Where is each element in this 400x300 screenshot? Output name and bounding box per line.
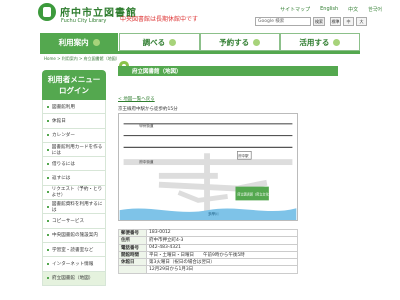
sidebar-item[interactable]: 府立図書館（地図）	[42, 271, 106, 286]
table-value-cell: 第3火曜日（祝日の場合は翌日）	[146, 258, 298, 267]
table-row: 12月29日から1月3日	[118, 265, 298, 274]
main-nav: 利用案内 調べる 予約する 活用する	[40, 33, 360, 51]
sidebar-menu: 図書館利用休館日カレンダー図書館利用カードを作るには借りるには返すにはリクエスト…	[42, 100, 106, 286]
calendar-icon	[253, 38, 261, 46]
sidebar-item[interactable]: 学習室・読書室など	[42, 242, 106, 258]
sidebar-item[interactable]: 図書館利用	[42, 100, 106, 115]
font-size-selector: 標準 中 大	[330, 17, 367, 26]
tab-label: 予約する	[219, 37, 250, 47]
table-value-cell: 12月29日から1月3日	[146, 265, 298, 274]
sidebar-item[interactable]: リクエスト（予約・とりよせ）	[42, 185, 106, 201]
table-row: 休館日 第3火曜日（祝日の場合は翌日）	[118, 258, 298, 267]
table-value-cell: 042-483-4321	[146, 243, 298, 252]
table-key-cell: 開館時間	[118, 250, 147, 260]
sidebar-item-label: 返すには	[52, 176, 71, 182]
table-row: 電話番号 042-483-4321	[118, 243, 298, 252]
library-logo-icon[interactable]	[38, 3, 56, 21]
sidebar-item[interactable]: 中央図書館の施設案内	[42, 228, 106, 243]
closure-notice[interactable]: 中央図書館は長期休館中です	[120, 14, 198, 23]
sidebar-item-label: インターネット情報	[52, 261, 94, 267]
site-subtitle: Fuchu City Library	[61, 18, 107, 24]
sidebar-item-label: 学習室・読書室など	[52, 247, 94, 253]
sidebar-item-label: 借りるには	[52, 161, 75, 167]
sidebar-item[interactable]: コピーサービス	[42, 214, 106, 229]
map-label-river: 多摩川	[208, 211, 219, 216]
tab-usage-guide[interactable]: 利用案内	[40, 33, 120, 51]
site-header: 府中市立図書館 Fuchu City Library 中央図書館は長期休館中です…	[0, 0, 400, 32]
library-map: 甲州街道 府中街道 府中駅 府立図書館（府立文化センター3階） 多摩川	[118, 113, 298, 221]
sidebar-item[interactable]: 図書館資料を利用するには	[42, 200, 106, 215]
map-caption: 京王線府中駅から徒歩約15分	[118, 107, 178, 112]
sidebar: 利用者メニュー ログイン 図書館利用休館日カレンダー図書館利用カードを作るには借…	[42, 70, 106, 286]
font-size-medium[interactable]: 中	[343, 17, 354, 26]
library-info-table: 郵便番号 183-0012 住所 府中市押立町4-3 電話番号 042-483-4321 開…	[118, 228, 298, 274]
breadcrumb[interactable]: Home > 利用案内 > 府立図書館（地図）	[44, 56, 120, 62]
search-button[interactable]: 検索	[313, 17, 325, 26]
map-label-station: 府中駅	[238, 153, 249, 158]
table-row: 開館時間 平日・土曜日・日曜日 午前9時から午後5時	[118, 250, 298, 260]
road	[204, 153, 210, 213]
nav-underline	[40, 51, 360, 54]
font-size-standard[interactable]: 標準	[330, 17, 341, 26]
sidebar-item[interactable]: 借りるには	[42, 157, 106, 172]
table-key-cell: 郵便番号	[118, 228, 147, 238]
table-key-cell: 電話番号	[118, 243, 147, 252]
sidebar-item[interactable]: カレンダー	[42, 128, 106, 143]
sidebar-item-label: 府立図書館（地図）	[52, 276, 94, 282]
login-heading-line2: ログイン	[59, 86, 89, 95]
magnifier-icon	[169, 38, 177, 46]
back-to-map-list-link[interactable]: < 地図一覧へ戻る	[118, 96, 155, 102]
table-row: 郵便番号 183-0012	[118, 228, 298, 238]
sidebar-item-label: 休館日	[52, 118, 66, 124]
sidebar-item[interactable]: インターネット情報	[42, 257, 106, 272]
tab-research[interactable]: 調べる	[119, 33, 200, 51]
top-links: サイトマップ English 中文 한국어	[280, 6, 382, 13]
tab-label: 活用する	[299, 37, 330, 47]
link-sitemap[interactable]: サイトマップ	[280, 6, 310, 13]
map-label-library: 府立図書館（府立文化センター3階）	[237, 191, 289, 196]
link-chinese[interactable]: 中文	[348, 6, 358, 13]
table-value-cell: 183-0012	[146, 228, 298, 238]
sidebar-item[interactable]: 図書館利用カードを作るには	[42, 142, 106, 158]
sidebar-item[interactable]: 返すには	[42, 171, 106, 186]
map-label-top-road: 甲州街道	[139, 123, 154, 128]
font-size-large[interactable]: 大	[356, 17, 367, 26]
page: 府中市立図書館 Fuchu City Library 中央図書館は長期休館中です…	[0, 0, 400, 300]
person-icon	[333, 38, 341, 46]
book-icon	[92, 38, 100, 46]
sidebar-item-label: 中央図書館の施設案内	[52, 233, 98, 239]
road	[158, 172, 218, 179]
tab-label: 利用案内	[58, 37, 89, 47]
tab-reserve[interactable]: 予約する	[199, 33, 280, 51]
tab-label: 調べる	[142, 37, 166, 47]
sidebar-item-label: 図書館資料を利用するには	[51, 201, 103, 213]
page-title: 府立図書館（地図）	[132, 69, 182, 75]
table-value-cell: 府中市押立町4-3	[146, 236, 298, 245]
map-label-middle-road: 府中街道	[139, 159, 154, 164]
search-input[interactable]: Google 検索	[255, 17, 311, 26]
tab-utilize[interactable]: 活用する	[279, 33, 360, 51]
table-value-cell: 平日・土曜日・日曜日 午前9時から午後5時	[146, 250, 298, 260]
table-key-cell	[118, 265, 147, 274]
sidebar-item-label: コピーサービス	[52, 219, 85, 225]
table-key-cell: 住所	[118, 236, 147, 245]
link-korean[interactable]: 한국어	[368, 6, 382, 13]
sidebar-item-label: カレンダー	[52, 133, 75, 139]
login-heading-line1: 利用者メニュー	[47, 75, 101, 84]
sidebar-item-label: 図書館利用	[52, 104, 75, 110]
sidebar-item[interactable]: 休館日	[42, 114, 106, 129]
table-row: 住所 府中市押立町4-3	[118, 236, 298, 245]
sidebar-item-label: 図書館利用カードを作るには	[51, 144, 103, 156]
link-english[interactable]: English	[320, 6, 338, 13]
table-key-cell: 休館日	[118, 258, 147, 267]
sidebar-item-label: リクエスト（予約・とりよせ）	[51, 187, 103, 199]
login-button[interactable]: 利用者メニュー ログイン	[42, 70, 106, 100]
